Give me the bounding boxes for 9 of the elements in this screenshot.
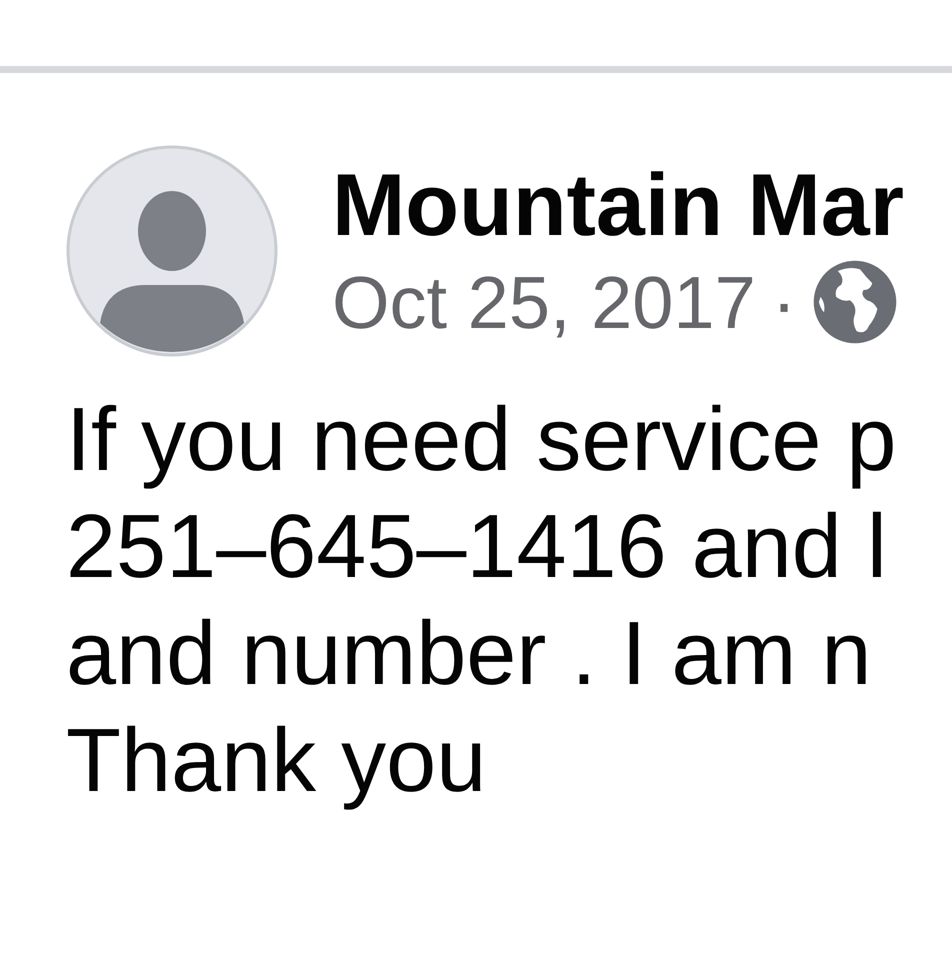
post-text-line: If you need service p (66, 389, 896, 492)
globe-icon (812, 259, 898, 346)
author-name[interactable]: Mountain Mar (332, 156, 904, 254)
post-date[interactable]: Oct 25, 2017 (332, 262, 756, 344)
post-text-line: 251–645–1416 and l (66, 496, 887, 599)
post-text-line: Thank you (66, 710, 486, 813)
post-text-line: and number . I am n (66, 603, 872, 706)
separator: · (772, 262, 796, 344)
avatar-icon (66, 145, 278, 357)
